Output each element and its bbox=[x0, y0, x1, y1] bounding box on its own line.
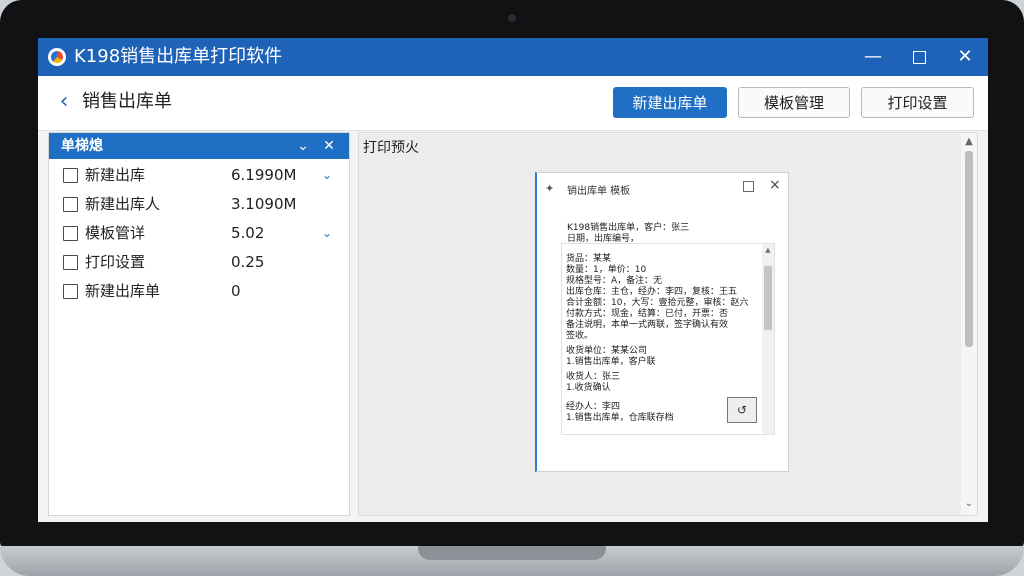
row-value: 3.1090M bbox=[231, 195, 297, 213]
checkbox[interactable] bbox=[63, 168, 78, 183]
row-label: 新建出库人 bbox=[85, 195, 161, 213]
row-label: 新建出库 bbox=[85, 166, 146, 184]
preview-doc-title: 销出库单 模板 bbox=[567, 186, 631, 197]
print-settings-button[interactable]: 打印设置 bbox=[861, 87, 974, 118]
webcam bbox=[508, 14, 516, 22]
preview-label: 打印预火 bbox=[363, 140, 419, 156]
chevron-up-icon[interactable]: ▲ bbox=[762, 246, 774, 254]
row-label: 打印设置 bbox=[85, 253, 146, 271]
doc-line: 经办人：李四 bbox=[566, 402, 621, 412]
chevron-down-icon[interactable]: ⌄ bbox=[319, 165, 335, 185]
panel-title: 单梯熄 bbox=[61, 138, 103, 154]
toolbar: ‹ 销售出库单 新建出库单 模板管理 打印设置 bbox=[38, 76, 988, 131]
chevron-down-icon[interactable]: ⌄ bbox=[293, 136, 313, 156]
doc-line: 签收。 bbox=[566, 331, 594, 341]
app-logo-icon bbox=[48, 48, 66, 66]
left-panel: 单梯熄 ⌄ ✕ 新建出库 6.1990M ⌄ 新建出库人 3.1090M 模板管… bbox=[48, 132, 350, 516]
list-item[interactable]: 新建出库 6.1990M ⌄ bbox=[49, 161, 349, 190]
preview-inner-scrollbar[interactable]: ▲ bbox=[762, 244, 774, 434]
doc-line: 收货单位：某某公司 bbox=[566, 346, 648, 356]
preview-document: ✦ 销出库单 模板 × K198销售出库单，客户：张三 日期，出库编号， 货品：… bbox=[535, 172, 789, 472]
minimize-button[interactable]: — bbox=[850, 38, 896, 76]
scroll-up-icon[interactable]: ▲ bbox=[961, 135, 977, 149]
close-icon[interactable]: ✕ bbox=[319, 136, 339, 156]
app-window: K198销售出库单打印软件 — ✕ ‹ 销售出库单 新建出库单 模板管理 打印设… bbox=[38, 38, 988, 522]
maximize-button[interactable] bbox=[896, 38, 942, 76]
doc-line: 付款方式：现金，结算：已付，开票：否 bbox=[566, 309, 729, 319]
checkbox[interactable] bbox=[63, 226, 78, 241]
row-value: 0 bbox=[231, 282, 241, 300]
scroll-thumb[interactable] bbox=[764, 266, 772, 330]
new-outbound-button[interactable]: 新建出库单 bbox=[613, 87, 727, 118]
doc-line: 出库仓库：主仓，经办：李四，复核：王五 bbox=[566, 287, 738, 297]
doc-line: 1.收货确认 bbox=[566, 383, 611, 393]
doc-line: 货品：某某 bbox=[566, 254, 612, 264]
list-item[interactable]: 模板管详 5.02 ⌄ bbox=[49, 219, 349, 248]
checkbox[interactable] bbox=[63, 197, 78, 212]
scroll-thumb[interactable] bbox=[965, 151, 973, 347]
stamp-icon: ↺ bbox=[727, 397, 757, 423]
list-item[interactable]: 打印设置 0.25 bbox=[49, 248, 349, 277]
list-item[interactable]: 新建出库人 3.1090M bbox=[49, 190, 349, 219]
template-manage-button[interactable]: 模板管理 bbox=[738, 87, 850, 118]
doc-line: K198销售出库单，客户：张三 bbox=[567, 223, 690, 233]
list-item[interactable]: 新建出库单 0 bbox=[49, 277, 349, 306]
row-label: 模板管详 bbox=[85, 224, 146, 242]
preview-scrollbar[interactable]: ▲ ⌄ bbox=[961, 133, 977, 515]
window-title: K198销售出库单打印软件 bbox=[74, 46, 283, 67]
title-bar: K198销售出库单打印软件 — ✕ bbox=[38, 38, 988, 76]
back-arrow-icon[interactable]: ‹ bbox=[52, 90, 76, 114]
maximize-icon bbox=[743, 181, 754, 192]
doc-line: 合计金额：10，大写：壹拾元整，审核：赵六 bbox=[566, 298, 749, 308]
doc-line: 备注说明，本单一式两联，签字确认有效 bbox=[566, 320, 729, 330]
page-title: 销售出库单 bbox=[82, 91, 172, 112]
close-window-button[interactable]: ✕ bbox=[942, 38, 988, 76]
row-value: 5.02 bbox=[231, 224, 265, 242]
maximize-icon bbox=[912, 50, 926, 64]
row-value: 0.25 bbox=[231, 253, 265, 271]
laptop-hinge-notch bbox=[418, 546, 606, 560]
pin-icon: ✦ bbox=[545, 182, 555, 195]
row-label: 新建出库单 bbox=[85, 282, 161, 300]
doc-line: 收货人：张三 bbox=[566, 372, 621, 382]
doc-line: 规格型号：A，备注：无 bbox=[566, 276, 663, 286]
doc-line: 1.销售出库单，客户联 bbox=[566, 357, 656, 367]
laptop-bezel: K198销售出库单打印软件 — ✕ ‹ 销售出库单 新建出库单 模板管理 打印设… bbox=[0, 0, 1024, 548]
checkbox[interactable] bbox=[63, 255, 78, 270]
scroll-down-icon[interactable]: ⌄ bbox=[961, 497, 977, 511]
chevron-down-icon[interactable]: ⌄ bbox=[319, 223, 335, 243]
panel-header: 单梯熄 ⌄ ✕ bbox=[49, 133, 349, 159]
print-preview-panel: 打印预火 ✦ 销出库单 模板 × K198销售出库单，客户：张三 日期，出库编号… bbox=[358, 132, 978, 516]
doc-line: 1.销售出库单，仓库联存档 bbox=[566, 413, 674, 423]
doc-line: 数量：1，单价：10 bbox=[566, 265, 647, 275]
close-icon: × bbox=[769, 177, 781, 193]
checkbox[interactable] bbox=[63, 284, 78, 299]
row-value: 6.1990M bbox=[231, 166, 297, 184]
